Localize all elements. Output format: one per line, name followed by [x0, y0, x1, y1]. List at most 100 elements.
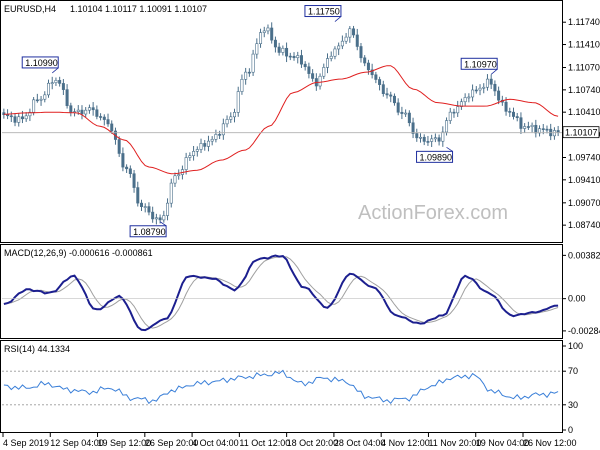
candle-body	[247, 71, 251, 74]
candle-body	[433, 137, 437, 140]
candle-body	[39, 98, 43, 101]
candle-body	[91, 107, 95, 111]
candle-body	[43, 94, 47, 100]
candle-body	[452, 111, 456, 114]
candle-body	[541, 128, 545, 130]
candle-body	[381, 84, 385, 94]
candle-body	[281, 47, 285, 53]
candle-body	[50, 82, 54, 84]
candle-body	[229, 116, 233, 120]
candle-body	[352, 28, 356, 36]
candle-body	[389, 94, 393, 97]
candle-body	[467, 96, 471, 99]
candle-body	[378, 79, 382, 85]
candle-body	[273, 39, 277, 48]
current-price-label: 1.10107	[565, 128, 598, 138]
candle-body	[158, 217, 162, 221]
candle-body	[46, 82, 50, 96]
candle-body	[337, 45, 341, 50]
candle-body	[206, 140, 210, 147]
candle-body	[292, 56, 296, 59]
x-tick-label: 11 Nov 20:00	[428, 438, 481, 448]
candle-body	[99, 116, 103, 118]
candle-body	[437, 137, 441, 142]
x-tick-label: 4 Oct 04:00	[192, 438, 239, 448]
candle-body	[203, 143, 207, 147]
rsi-ytick-label: 70	[568, 366, 578, 376]
price-ytick-label: 1.10740	[568, 85, 600, 95]
candle-body	[65, 89, 69, 107]
candle-body	[136, 187, 140, 204]
macd-ytick-label: -0.002849	[568, 326, 600, 336]
candle-body	[13, 116, 17, 123]
candle-body	[95, 109, 99, 117]
rsi-title: RSI(14) 44.1334	[4, 344, 70, 354]
candle-body	[210, 138, 214, 142]
candle-body	[519, 117, 523, 129]
candle-body	[221, 123, 225, 136]
x-tick-label: 12 Sep 04:00	[50, 438, 104, 448]
candle-body	[530, 124, 534, 127]
candle-body	[199, 143, 203, 150]
x-tick-label: 4 Nov 12:00	[381, 438, 430, 448]
candle-body	[288, 55, 292, 58]
candle-body	[32, 99, 36, 113]
candle-body	[404, 112, 408, 115]
x-tick-label: 26 Sep 20:00	[145, 438, 199, 448]
x-tick-label: 11 Oct 12:00	[239, 438, 290, 448]
rsi-ytick-label: 0	[568, 425, 573, 435]
candle-body	[140, 202, 144, 207]
rsi-ytick-label: 30	[568, 400, 578, 410]
candle-body	[58, 80, 62, 84]
price-title: EURUSD,H4	[4, 4, 56, 14]
candle-body	[128, 168, 132, 175]
candle-body	[552, 130, 556, 137]
price-ytick-label: 1.09740	[568, 153, 600, 163]
candle-body	[366, 62, 370, 71]
candle-body	[348, 28, 352, 38]
price-ytick-label: 1.08740	[568, 220, 600, 230]
candle-body	[400, 111, 404, 114]
candle-body	[534, 124, 538, 134]
candle-body	[9, 115, 13, 118]
candle-body	[76, 109, 80, 112]
candle-body	[344, 36, 348, 42]
candle-body	[515, 116, 519, 118]
x-tick-label: 19 Sep 12:00	[98, 438, 152, 448]
candle-body	[511, 111, 515, 117]
candle-body	[6, 114, 10, 117]
x-tick-label: 26 Nov 12:00	[523, 438, 577, 448]
candle-body	[214, 134, 218, 140]
candle-body	[102, 116, 106, 120]
candle-body	[299, 55, 303, 65]
candle-body	[244, 71, 248, 80]
candle-body	[325, 58, 329, 68]
candle-body	[106, 119, 110, 125]
candle-body	[255, 43, 259, 55]
candle-body	[169, 182, 173, 204]
annotation-label: 1.10970	[464, 59, 497, 69]
candle-body	[363, 57, 367, 64]
candle-body	[445, 120, 449, 133]
price-ytick-label: 1.11740	[568, 17, 600, 27]
candle-body	[385, 93, 389, 96]
candle-body	[430, 138, 434, 142]
candle-body	[147, 206, 151, 213]
candle-body	[392, 95, 396, 104]
candle-body	[285, 47, 289, 57]
candle-body	[407, 112, 411, 124]
candle-body	[110, 123, 114, 132]
candle-body	[318, 75, 322, 87]
candle-body	[125, 166, 129, 170]
candle-body	[478, 87, 482, 91]
candle-body	[463, 97, 467, 103]
candle-body	[87, 107, 91, 111]
candle-body	[132, 173, 136, 188]
candle-body	[218, 134, 222, 136]
candle-body	[177, 174, 181, 177]
candle-body	[251, 53, 255, 73]
candle-body	[489, 78, 493, 85]
forex-chart: 1.10990 1.11750 1.10970 1.09890 1.08790 1.11…	[0, 0, 600, 450]
candle-body	[195, 149, 199, 152]
candle-body	[508, 111, 512, 113]
